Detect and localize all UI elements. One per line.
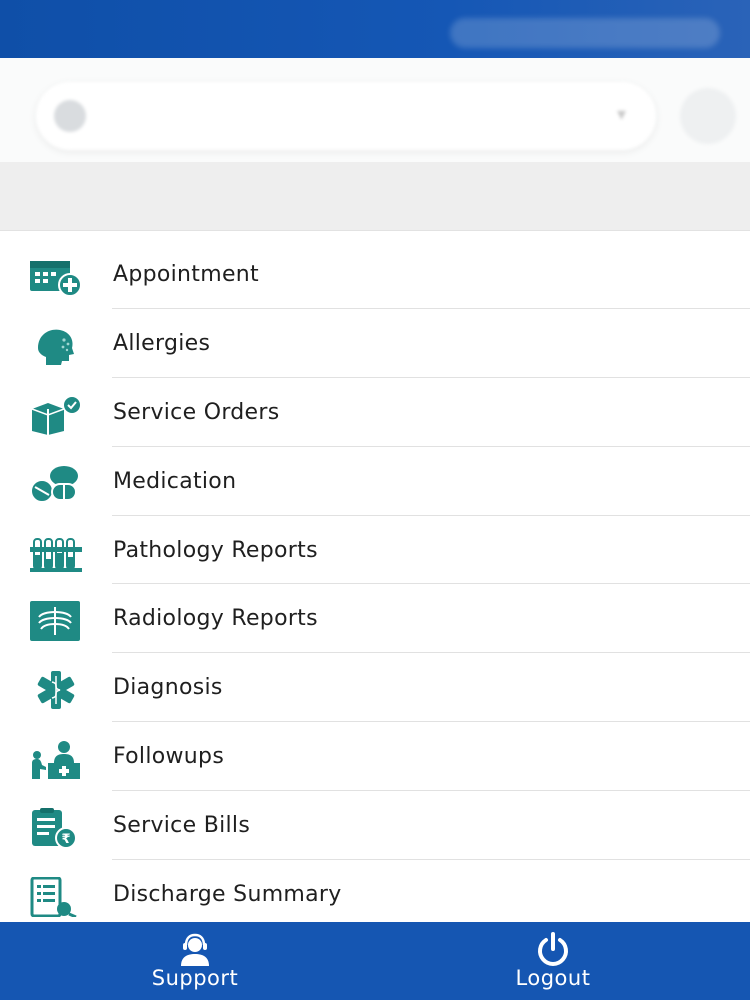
- logout-button[interactable]: Logout: [453, 922, 653, 1000]
- menu-item-label: Service Bills: [113, 813, 251, 839]
- menu-item-pathology-reports[interactable]: Pathology Reports: [0, 516, 750, 585]
- package-check-icon: [31, 396, 80, 435]
- menu-item-diagnosis[interactable]: Diagnosis: [0, 653, 750, 723]
- menu-item-allergies[interactable]: Allergies: [0, 309, 750, 378]
- menu-item-service-bills[interactable]: ₹ Service Bills: [0, 791, 750, 861]
- rupee-bill-icon: ₹: [32, 808, 77, 849]
- bottom-nav: Support Logout: [0, 922, 750, 1000]
- test-tubes-icon: [30, 537, 82, 572]
- support-agent-icon: [181, 933, 209, 966]
- patient-info-strip: [0, 162, 750, 231]
- menu-item-label: Radiology Reports: [113, 606, 318, 632]
- menu-item-label: Appointment: [113, 262, 259, 287]
- menu-item-followups[interactable]: Followups: [0, 722, 750, 792]
- menu-item-appointment[interactable]: Appointment: [0, 240, 750, 309]
- power-icon: [538, 932, 568, 966]
- menu-item-label: Diagnosis: [113, 675, 223, 701]
- menu-item-label: Followups: [113, 744, 225, 770]
- menu-item-label: Service Orders: [113, 399, 280, 425]
- menu-item-label: Medication: [113, 468, 237, 494]
- menu-item-label: Pathology Reports: [113, 537, 318, 563]
- logout-label: Logout: [515, 966, 591, 990]
- patient-menu: Appointment Allergies Service Orders Med…: [0, 240, 750, 929]
- menu-item-label: Allergies: [113, 330, 211, 356]
- menu-item-service-orders[interactable]: Service Orders: [0, 378, 750, 447]
- support-button[interactable]: Support: [95, 922, 295, 1000]
- menu-item-label: Discharge Summary: [113, 882, 342, 908]
- menu-item-discharge-summary[interactable]: Discharge Summary: [0, 860, 750, 929]
- chevron-down-icon: ▾: [616, 104, 626, 125]
- svg-text:₹: ₹: [61, 832, 70, 847]
- menu-item-medication[interactable]: Medication: [0, 447, 750, 516]
- medical-star-icon: [37, 671, 75, 710]
- document-list-icon: [30, 877, 77, 918]
- pills-icon: [30, 465, 78, 503]
- head-allergy-icon: [38, 329, 74, 365]
- patient-list-icon: [54, 100, 86, 132]
- calendar-plus-icon: [30, 261, 82, 297]
- blurred-header-info: [450, 18, 720, 48]
- doctor-desk-icon: [32, 741, 80, 780]
- avatar[interactable]: [680, 88, 736, 144]
- menu-item-radiology-reports[interactable]: Radiology Reports: [0, 584, 750, 654]
- support-label: Support: [151, 966, 239, 990]
- patient-header: ▾: [0, 58, 750, 162]
- app-top-bar: [0, 0, 750, 58]
- xray-icon: [30, 601, 80, 642]
- patient-selector[interactable]: ▾: [36, 82, 656, 150]
